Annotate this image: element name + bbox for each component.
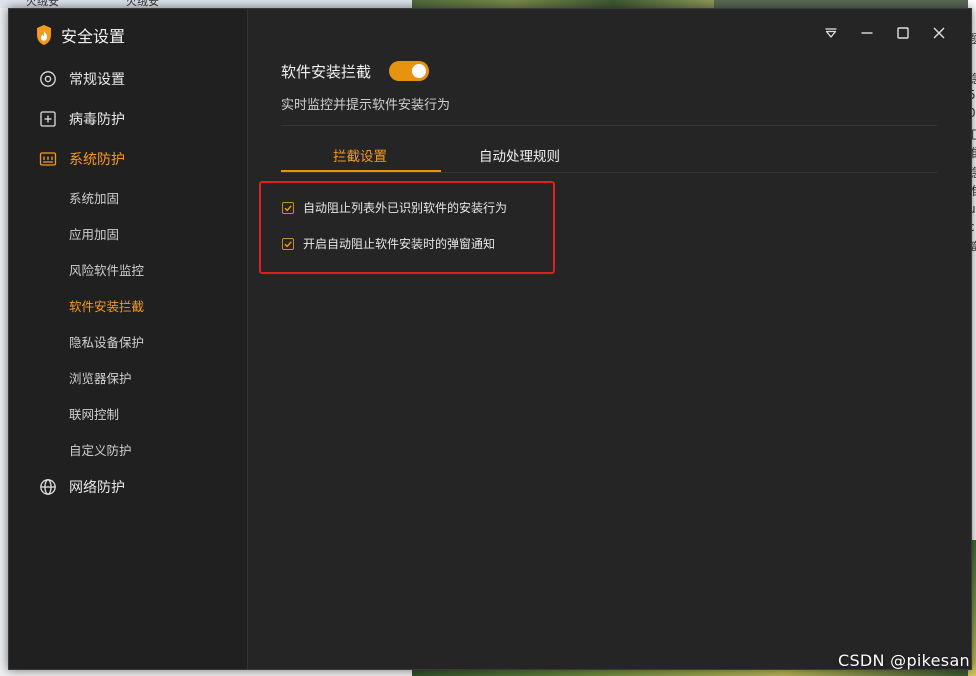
red-highlight-annotation (259, 181, 555, 274)
app-title: 安全设置 (61, 27, 126, 46)
menu-dropdown-button[interactable] (821, 23, 841, 43)
option-popup-notification[interactable]: 开启自动阻止软件安装时的弹窗通知 (282, 235, 495, 252)
sidebar-item-system-protection[interactable]: 系统防护 (39, 149, 125, 169)
checkbox[interactable] (282, 237, 294, 250)
sidebar-subitem-privacy-device[interactable]: 隐私设备保护 (69, 332, 144, 351)
sidebar-subitem-custom-protection[interactable]: 自定义防护 (69, 440, 132, 459)
system-protect-icon (39, 152, 57, 166)
sidebar-item-general-settings[interactable]: 常规设置 (39, 69, 125, 89)
sidebar-subitem-software-install-block[interactable]: 软件安装拦截 (69, 296, 144, 315)
divider (281, 125, 937, 126)
tabs-divider (281, 172, 937, 173)
background-tab-text: 火绒安 (26, 0, 59, 8)
close-button[interactable] (929, 23, 949, 43)
checkbox[interactable] (282, 201, 294, 214)
sidebar-subitem-app-hardening[interactable]: 应用加固 (69, 224, 119, 243)
page-subtitle: 实时监控并提示软件安装行为 (281, 98, 451, 113)
csdn-watermark: CSDN @pikesan (837, 651, 970, 670)
option-auto-block-known-software[interactable]: 自动阻止列表外已识别软件的安装行为 (282, 199, 507, 216)
security-settings-window: 安全设置 常规设置 病毒防护 系统防护 系统加固 应用加固 风险软件监控 软件安… (8, 8, 972, 670)
minimize-button[interactable] (857, 23, 877, 43)
page-title: 软件安装拦截 (281, 63, 372, 81)
option-label: 自动阻止列表外已识别软件的安装行为 (303, 201, 508, 215)
menu-dropdown-icon (825, 28, 837, 38)
sidebar-subitem-system-hardening[interactable]: 系统加固 (69, 188, 119, 207)
maximize-button[interactable] (893, 23, 913, 43)
app-header: 安全设置 (35, 21, 125, 49)
huorong-flame-logo (37, 25, 51, 45)
option-label: 开启自动阻止软件安装时的弹窗通知 (303, 237, 496, 251)
sidebar-item-label: 病毒防护 (69, 112, 125, 128)
tab-auto-rules[interactable]: 自动处理规则 (479, 145, 560, 165)
sidebar-subitem-browser-protection[interactable]: 浏览器保护 (69, 368, 132, 387)
toggle-knob (412, 64, 426, 78)
sidebar-subitem-risk-software-monitor[interactable]: 风险软件监控 (69, 260, 144, 279)
sidebar-item-network-protection[interactable]: 网络防护 (39, 477, 125, 497)
checkmark-icon (284, 204, 292, 211)
close-icon (933, 27, 945, 39)
globe-icon (40, 479, 56, 495)
sidebar-item-virus-protection[interactable]: 病毒防护 (39, 109, 125, 129)
background-tab-text: 火绒安 (126, 0, 159, 8)
minimize-icon (861, 32, 873, 34)
sidebar-item-label: 常规设置 (69, 72, 125, 88)
background-browser-tabs: 火绒安 火绒安 (0, 0, 412, 8)
sidebar: 安全设置 常规设置 病毒防护 系统防护 系统加固 应用加固 风险软件监控 软件安… (9, 9, 248, 669)
sidebar-item-label: 网络防护 (69, 480, 125, 496)
plus-box-icon (40, 111, 56, 127)
checkmark-icon (284, 240, 292, 247)
software-install-block-toggle[interactable] (389, 61, 429, 81)
sidebar-subitem-network-control[interactable]: 联网控制 (69, 404, 119, 423)
background-image-top (412, 0, 714, 8)
settings-circle-icon (40, 71, 56, 87)
tab-block-settings[interactable]: 拦截设置 (333, 145, 387, 165)
maximize-icon (897, 27, 909, 39)
sidebar-item-label: 系统防护 (69, 152, 125, 168)
